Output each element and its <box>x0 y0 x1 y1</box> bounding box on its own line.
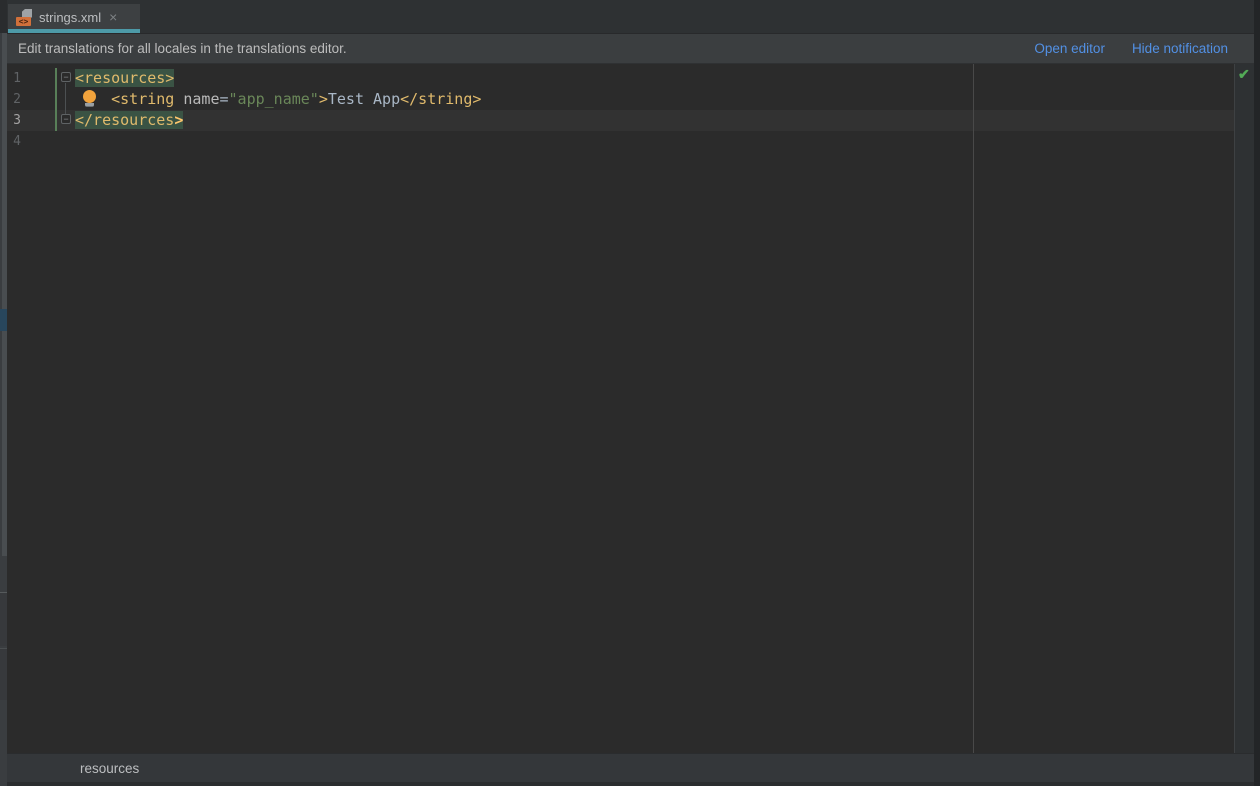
fold-marker-icon-close[interactable]: − <box>61 114 71 124</box>
fold-marker-icon-open[interactable]: − <box>61 72 71 82</box>
breadcrumb-resources[interactable]: resources <box>80 761 139 776</box>
xml-open-tag-resources: <resources> <box>75 69 174 87</box>
line-number-1[interactable]: 1 <box>7 68 21 89</box>
editor-tab-bar: <> strings.xml × <box>7 0 1254 33</box>
tab-strings-xml[interactable]: <> strings.xml × <box>8 4 140 33</box>
ide-window: <> strings.xml × Edit translations for a… <box>0 0 1260 786</box>
line-number-4[interactable]: 4 <box>7 131 21 152</box>
code-line-1: <resources> <box>75 68 1234 89</box>
notification-banner: Edit translations for all locales in the… <box>7 33 1254 64</box>
xml-bracket: > <box>319 90 328 108</box>
right-margin-guide <box>973 64 974 753</box>
fold-guide-line <box>65 83 66 114</box>
left-edge-strip <box>0 0 7 786</box>
tag-match-highlight: </resources> <box>75 111 183 129</box>
left-strip-selection-sliver <box>0 309 7 331</box>
code-line-2: <string name="app_name">Test App</string… <box>75 89 1234 110</box>
equals-sign: = <box>220 90 229 108</box>
close-icon[interactable]: × <box>109 10 117 24</box>
notification-message: Edit translations for all locales in the… <box>18 41 1034 56</box>
xml-attr-name: name <box>183 90 219 108</box>
indent <box>75 90 111 108</box>
tab-label: strings.xml <box>39 10 101 25</box>
line-number-2[interactable]: 2 <box>7 89 21 110</box>
breadcrumb-bar: resources <box>7 753 1254 782</box>
xml-file-icon: <> <box>16 9 32 26</box>
line-number-3[interactable]: 3 <box>7 110 21 131</box>
code-line-4 <box>75 131 1234 152</box>
window-bottom-edge <box>7 782 1254 786</box>
xml-text-content: Test App <box>328 90 400 108</box>
editor-pane[interactable]: 1 2 3 4 − − <resources> <string name="ap… <box>7 64 1234 753</box>
open-editor-link[interactable]: Open editor <box>1034 41 1105 56</box>
window-right-edge <box>1254 0 1260 786</box>
code-line-3: </resources> <box>75 110 1234 131</box>
vcs-added-marker[interactable] <box>55 68 57 131</box>
xml-bracket-matched: > <box>174 111 183 129</box>
inspections-ok-icon[interactable]: ✔ <box>1238 66 1250 83</box>
xml-close-tag-resources: </resources <box>75 111 174 129</box>
left-strip-block-1 <box>0 592 7 646</box>
xml-attr-value: "app_name" <box>229 90 319 108</box>
code-editor[interactable]: <resources> <string name="app_name">Test… <box>75 68 1234 152</box>
hide-notification-link[interactable]: Hide notification <box>1132 41 1228 56</box>
xml-open-tag-string: <string <box>111 90 174 108</box>
error-stripe[interactable]: ✔ <box>1234 64 1254 753</box>
xml-close-tag-string: </string> <box>400 90 481 108</box>
xml-file-icon-badge: <> <box>16 17 31 26</box>
left-strip-top-segment <box>0 0 7 33</box>
left-strip-block-2 <box>0 648 7 700</box>
